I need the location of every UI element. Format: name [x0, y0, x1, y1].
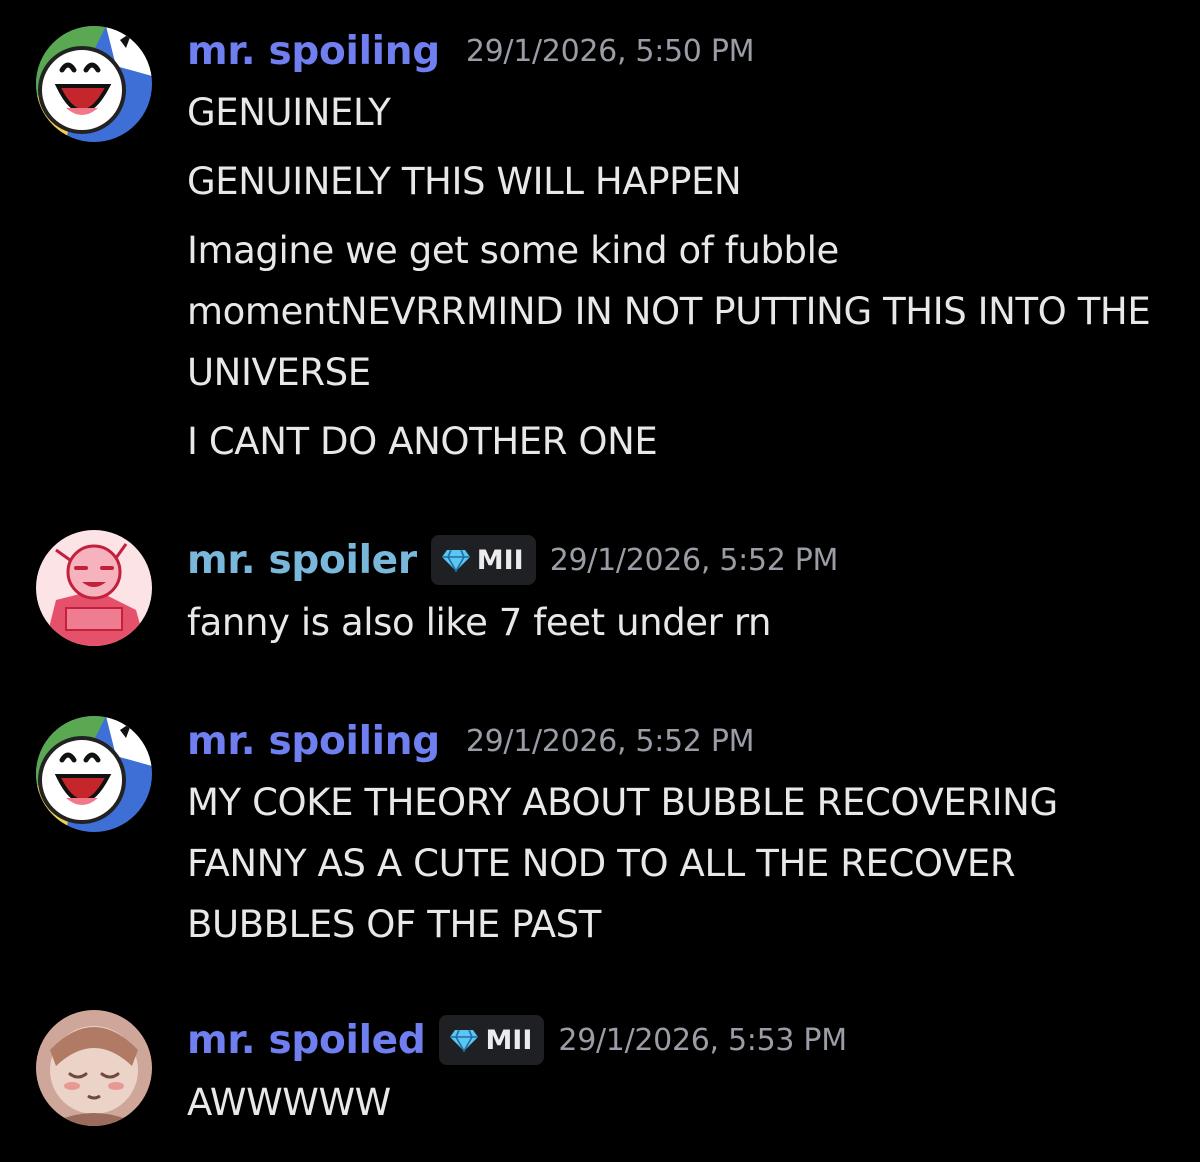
sleepy-character-avatar-icon[interactable] — [36, 1010, 152, 1126]
message-body: AWWWWW — [187, 1072, 1177, 1133]
message-body: MY COKE THEORY ABOUT BUBBLE RECOVERING F… — [187, 772, 1177, 955]
badge-label: MII — [476, 544, 524, 576]
username[interactable]: mr. spoiling — [187, 29, 440, 74]
username[interactable]: mr. spoiled — [187, 1018, 426, 1063]
message-header: mr. spoiling 29/1/2026, 5:50 PM — [187, 24, 755, 78]
timestamp[interactable]: 29/1/2026, 5:50 PM — [466, 34, 755, 69]
badge-label: MII — [485, 1024, 533, 1056]
username[interactable]: mr. spoiling — [187, 719, 440, 764]
diamond-icon — [450, 1029, 479, 1052]
server-tag-badge[interactable]: MII — [439, 1015, 545, 1065]
message-text: fanny is also like 7 feet under rn — [187, 601, 772, 644]
timestamp[interactable]: 29/1/2026, 5:52 PM — [466, 724, 755, 759]
timestamp[interactable]: 29/1/2026, 5:52 PM — [550, 543, 839, 578]
message-text: Imagine we get some kind of fubble momen… — [187, 229, 1151, 394]
server-tag-badge[interactable]: MII — [430, 535, 536, 585]
diamond-icon — [441, 549, 470, 572]
username[interactable]: mr. spoiler — [187, 538, 417, 583]
timestamp[interactable]: 29/1/2026, 5:53 PM — [558, 1023, 847, 1058]
message-body: fanny is also like 7 feet under rn — [187, 592, 1177, 653]
message-text: GENUINELY THIS WILL HAPPEN — [187, 160, 742, 203]
grinning-face-avatar-icon[interactable] — [36, 26, 152, 142]
message-text: MY COKE THEORY ABOUT BUBBLE RECOVERING F… — [187, 781, 1058, 946]
message-text: I CANT DO ANOTHER ONE — [187, 420, 658, 463]
red-sketch-avatar-icon[interactable] — [36, 530, 152, 646]
message-body: GENUINELY GENUINELY THIS WILL HAPPEN Ima… — [187, 82, 1177, 472]
grinning-face-avatar-icon[interactable] — [36, 716, 152, 832]
message-header: mr. spoiling 29/1/2026, 5:52 PM — [187, 714, 755, 768]
message-header: mr. spoiled MII 29/1/2026, 5:53 PM — [187, 1013, 847, 1067]
message-header: mr. spoiler MII 29/1/2026, 5:52 PM — [187, 533, 838, 587]
message-text: GENUINELY — [187, 91, 391, 134]
message-text: AWWWWW — [187, 1081, 391, 1124]
